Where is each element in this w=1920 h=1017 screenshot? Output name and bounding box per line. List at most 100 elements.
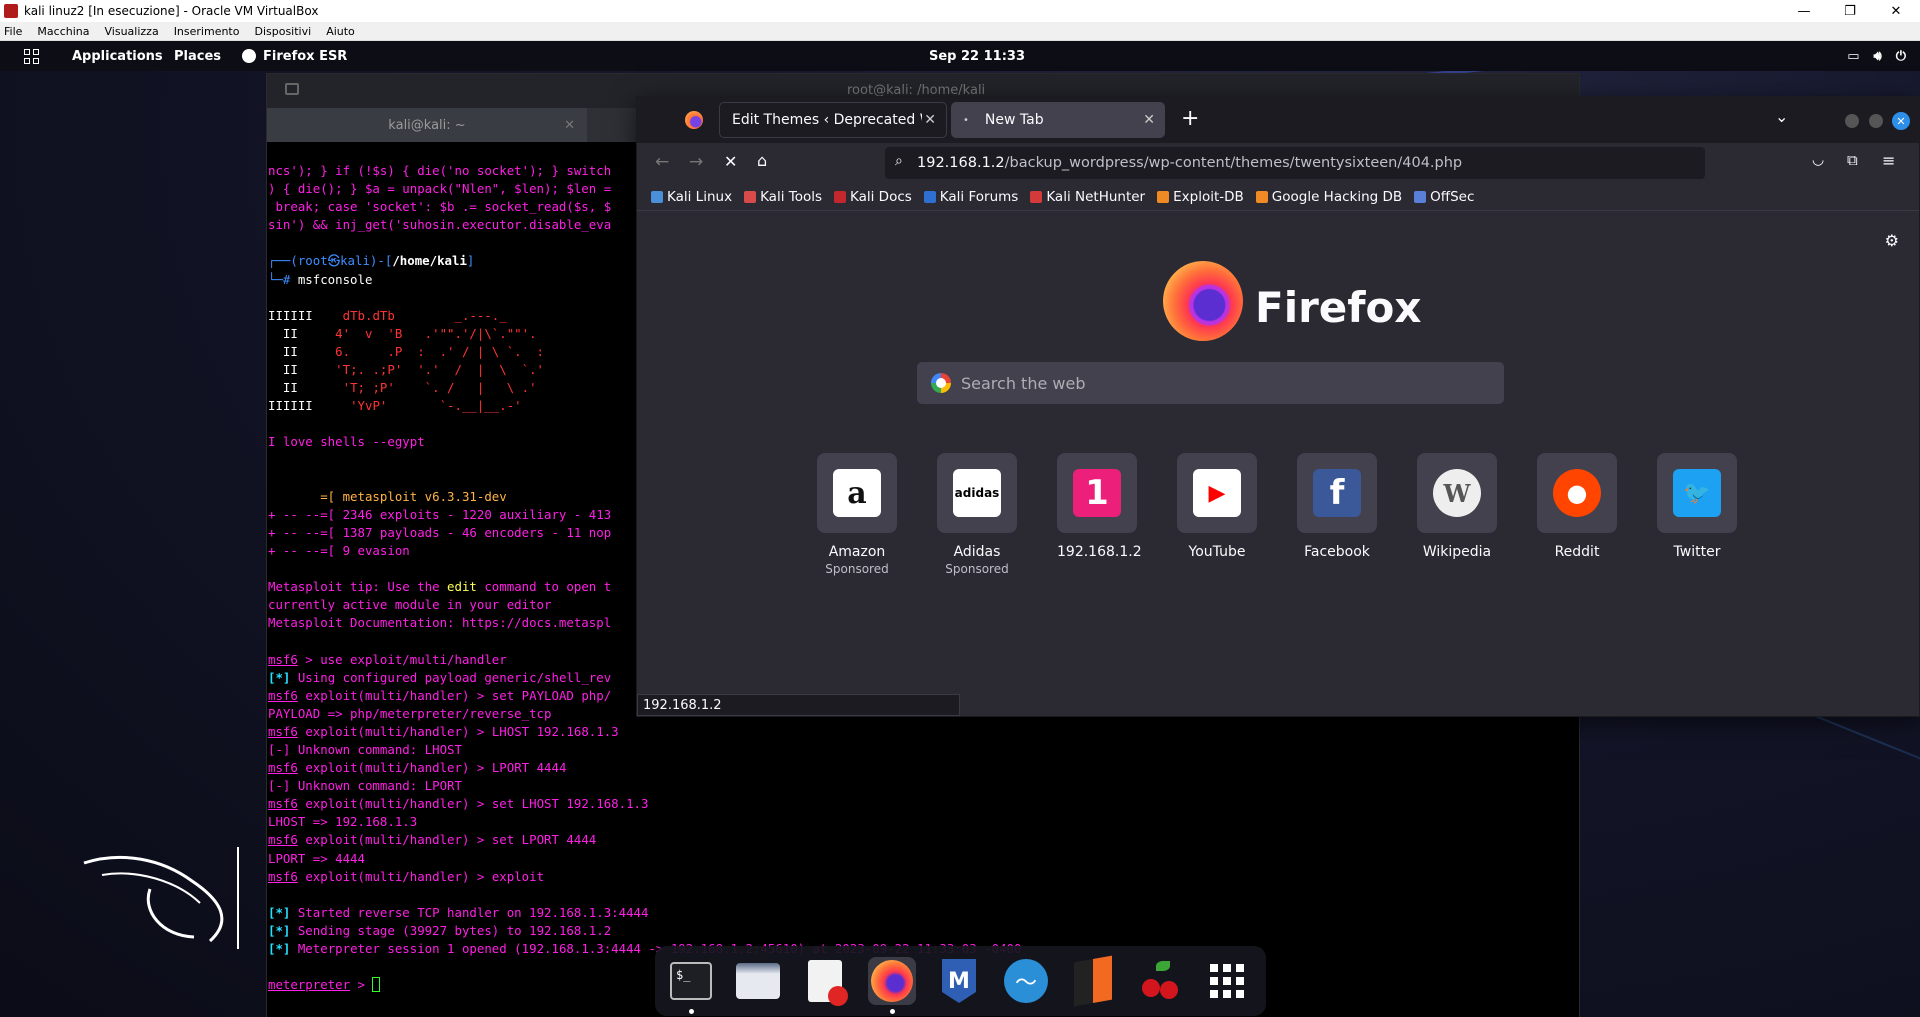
bookmark-exploit-db[interactable]: Exploit-DB	[1157, 189, 1244, 205]
search-placeholder: Search the web	[961, 373, 1086, 393]
firefox-view-icon[interactable]	[685, 111, 703, 129]
close-tab-icon[interactable]: ✕	[564, 118, 575, 133]
close-tab-icon[interactable]: ✕	[924, 112, 936, 128]
active-app-label[interactable]: Firefox ESR	[263, 49, 347, 64]
files-app-icon[interactable]	[734, 957, 782, 1005]
applications-menu[interactable]: Applications	[72, 49, 163, 64]
app-grid-icon[interactable]	[24, 49, 40, 64]
menu-aiuto[interactable]: Aiuto	[326, 25, 355, 38]
loading-dot-icon: •	[963, 114, 969, 126]
top-sites: a Amazon Sponsored adidas Adidas Sponsored 1…	[817, 453, 1737, 576]
bookmark-kali-docs[interactable]: Kali Docs	[834, 189, 912, 205]
cherrytree-app-icon[interactable]	[1136, 957, 1184, 1005]
exploit-db-icon	[1157, 190, 1170, 203]
nethunter-icon	[1030, 190, 1043, 203]
url-path: /backup_wordpress/wp-content/themes/twen…	[1004, 155, 1463, 171]
facebook-icon: f	[1313, 469, 1361, 517]
virtualbox-menubar: File Macchina Visualizza Inserimento Dis…	[0, 22, 1920, 41]
top-site-twitter[interactable]: 🐦 Twitter	[1657, 453, 1737, 576]
kali-top-panel: Applications Places Firefox ESR Sep 22 1…	[0, 41, 1920, 71]
virtualbox-titlebar: kali linuz2 [In esecuzione] - Oracle VM …	[0, 0, 1920, 22]
show-apps-icon[interactable]	[1203, 957, 1251, 1005]
dock: $_ M 〜	[655, 946, 1266, 1016]
msf-output-line: LHOST => 192.168.1.3	[268, 814, 418, 830]
bookmark-offsec[interactable]: OffSec	[1414, 189, 1474, 205]
text-editor-app-icon[interactable]	[801, 957, 849, 1006]
back-icon[interactable]: ←	[655, 152, 669, 172]
maximize-icon[interactable]	[1869, 114, 1883, 128]
menu-icon[interactable]: ≡	[1882, 151, 1895, 170]
clock[interactable]: Sep 22 11:33	[917, 49, 1037, 64]
tab-new-tab[interactable]: • New Tab ✕	[951, 102, 1165, 138]
kali-forums-icon	[923, 190, 936, 203]
top-site-youtube[interactable]: ▶ YouTube	[1177, 453, 1257, 576]
bookmark-kali-tools[interactable]: Kali Tools	[744, 189, 822, 205]
tab-edit-themes[interactable]: Edit Themes ‹ Deprecated W ✕	[719, 102, 947, 138]
extensions-icon[interactable]: ⧉	[1847, 151, 1858, 169]
twitter-icon: 🐦	[1673, 469, 1721, 517]
youtube-icon: ▶	[1193, 469, 1241, 517]
kali-tools-icon	[744, 190, 757, 203]
close-window-icon[interactable]: ✕	[1892, 112, 1910, 130]
metasploit-app-icon[interactable]: M	[935, 957, 983, 1005]
msf-error-line: [-] Unknown command: LPORT	[268, 778, 462, 794]
firefox-logo-icon	[1163, 261, 1243, 341]
reddit-icon: ●	[1553, 469, 1601, 517]
top-site-reddit[interactable]: ● Reddit	[1537, 453, 1617, 576]
virtualbox-icon	[4, 4, 18, 18]
minimize-icon[interactable]	[1845, 114, 1859, 128]
terminal-icon	[285, 83, 299, 95]
kali-docs-icon	[834, 190, 846, 203]
list-tabs-icon[interactable]: ⌄	[1775, 107, 1788, 126]
menu-dispositivi[interactable]: Dispositivi	[254, 25, 311, 38]
top-site-amazon[interactable]: a Amazon Sponsored	[817, 453, 897, 576]
firefox-navbar: ← → ✕ ⌂ ⌕ 192.168.1.2/backup_wordpress/w…	[637, 143, 1919, 183]
top-site-local[interactable]: 1 192.168.1.2	[1057, 453, 1142, 576]
firefox-small-icon	[242, 49, 256, 63]
bookmark-kali-forums[interactable]: Kali Forums	[923, 189, 1018, 205]
forward-icon[interactable]: →	[689, 152, 703, 172]
terminal-tab[interactable]: kali@kali: ~ ✕	[267, 108, 587, 142]
volume-icon[interactable]: 🔊︎	[1874, 49, 1882, 64]
new-tab-icon[interactable]: +	[1181, 106, 1199, 131]
top-site-adidas[interactable]: adidas Adidas Sponsored	[937, 453, 1017, 576]
menu-macchina[interactable]: Macchina	[37, 25, 89, 38]
menu-inserimento[interactable]: Inserimento	[174, 25, 240, 38]
terminal-app-icon[interactable]: $_	[667, 957, 715, 1014]
gear-icon[interactable]: ⚙	[1885, 231, 1899, 250]
msf-cmd-line: msf6 exploit(multi/handler) > exploit	[268, 868, 545, 884]
msf-result-line: [*] Started reverse TCP handler on 192.1…	[268, 904, 649, 920]
firefox-app-icon[interactable]	[868, 957, 916, 1014]
menu-visualizza[interactable]: Visualizza	[105, 25, 159, 38]
firefox-wordmark: Firefox	[1255, 283, 1422, 332]
bookmark-kali-nethunter[interactable]: Kali NetHunter	[1030, 189, 1145, 205]
local-site-icon: 1	[1073, 469, 1121, 517]
msf-output-line: LPORT => 4444	[268, 850, 365, 866]
ghdb-icon	[1255, 190, 1268, 203]
screen-icon[interactable]: ▭	[1847, 49, 1859, 64]
bookmark-kali-linux[interactable]: Kali Linux	[651, 189, 732, 205]
bookmark-google-hacking-db[interactable]: Google Hacking DB	[1255, 189, 1402, 205]
search-box[interactable]: Search the web	[917, 362, 1504, 404]
stop-icon[interactable]: ✕	[724, 152, 737, 171]
places-menu[interactable]: Places	[174, 49, 221, 64]
pocket-icon[interactable]: ◡	[1812, 152, 1824, 168]
top-site-facebook[interactable]: f Facebook	[1297, 453, 1377, 576]
minimize-button[interactable]: —	[1782, 0, 1826, 22]
burpsuite-app-icon[interactable]	[1069, 955, 1117, 1007]
close-button[interactable]: ✕	[1874, 0, 1918, 22]
home-icon[interactable]: ⌂	[757, 151, 767, 170]
power-icon[interactable]: ⏻	[1896, 49, 1906, 64]
msf-cmd-line: msf6 exploit(multi/handler) > set LPORT …	[268, 832, 597, 848]
restore-button[interactable]: ❐	[1828, 0, 1872, 22]
firefox-window: Edit Themes ‹ Deprecated W ✕ • New Tab ✕…	[636, 96, 1920, 717]
search-icon: ⌕	[895, 153, 903, 169]
close-tab-icon[interactable]: ✕	[1143, 112, 1155, 128]
menu-file[interactable]: File	[4, 25, 22, 38]
url-bar[interactable]: ⌕ 192.168.1.2/backup_wordpress/wp-conten…	[885, 147, 1705, 179]
wireshark-app-icon[interactable]: 〜	[1002, 957, 1050, 1005]
vm-screen: Applications Places Firefox ESR Sep 22 1…	[0, 41, 1920, 1017]
firefox-tabbar: Edit Themes ‹ Deprecated W ✕ • New Tab ✕…	[637, 97, 1919, 143]
top-site-wikipedia[interactable]: W Wikipedia	[1417, 453, 1497, 576]
wikipedia-icon: W	[1433, 469, 1481, 517]
